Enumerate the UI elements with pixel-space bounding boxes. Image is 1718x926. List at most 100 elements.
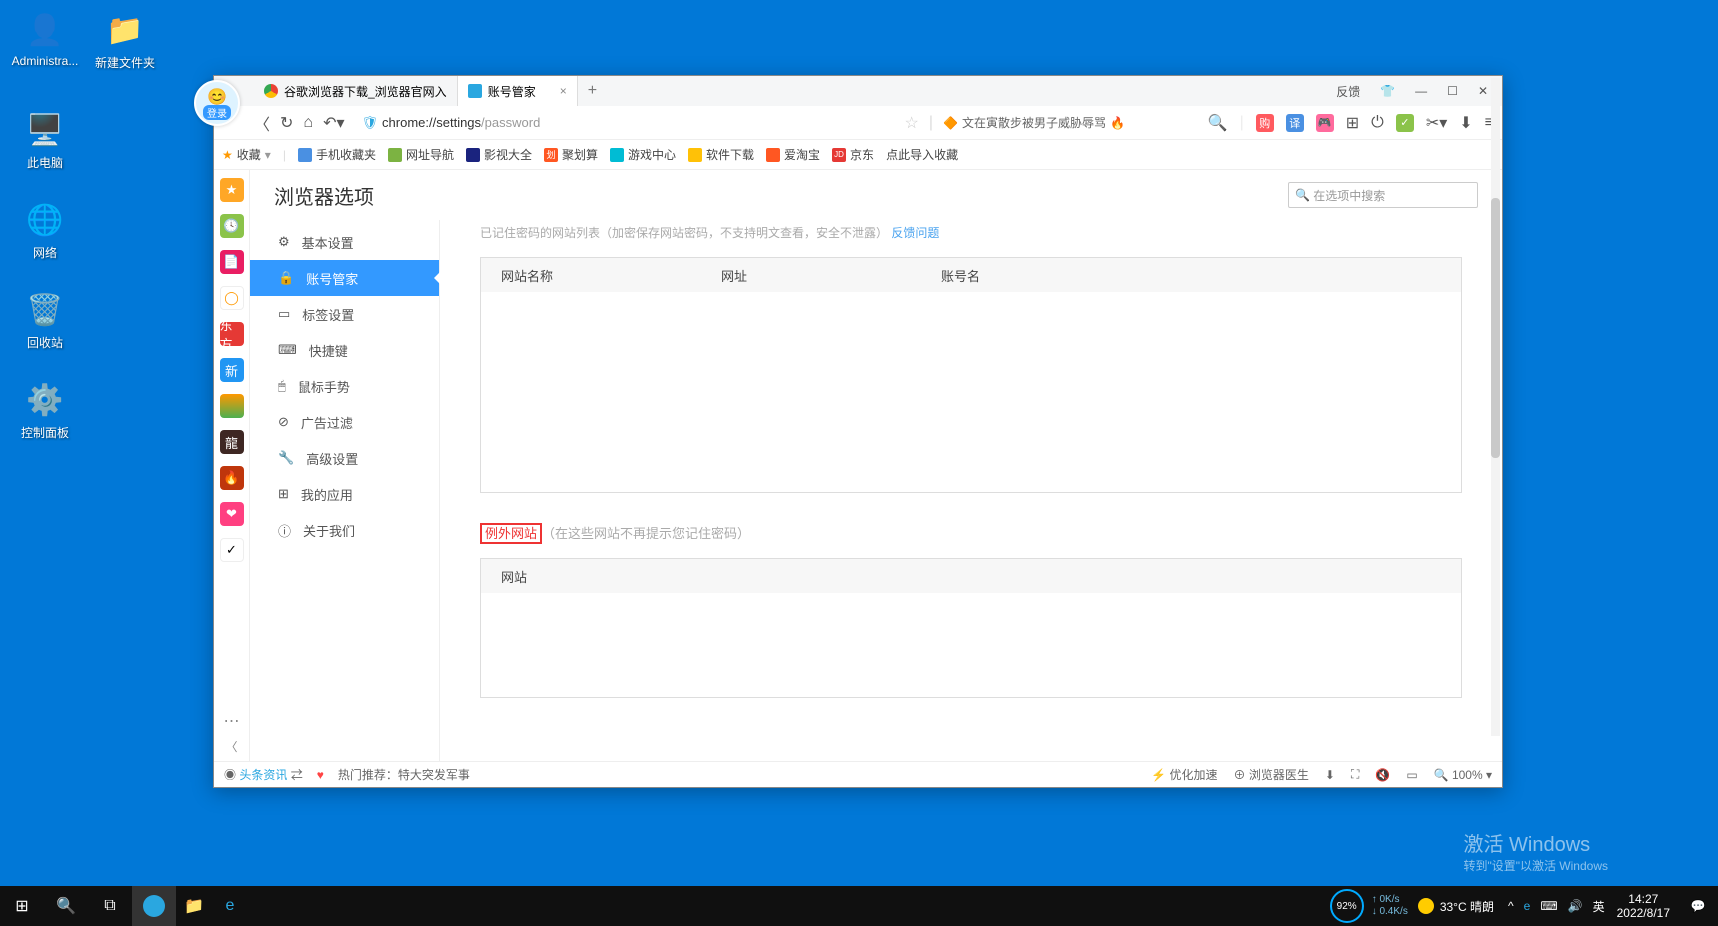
titlebar: 谷歌浏览器下载_浏览器官网入 账号管家× + 反馈 👕 — ☐ ✕ (214, 76, 1502, 106)
rail-star-icon[interactable]: ★ (220, 178, 244, 202)
rail-dongfang-icon[interactable]: 东方 (220, 322, 244, 346)
skin-icon[interactable]: 👕 (1380, 84, 1395, 98)
desktop-icon-thispc[interactable]: 🖥️此电脑 (10, 110, 80, 171)
minimize-button[interactable]: — (1415, 84, 1427, 98)
nav-adblock[interactable]: ⊘广告过滤 (250, 404, 439, 440)
nav-account[interactable]: 🔒账号管家 (250, 260, 439, 296)
zoom-indicator[interactable]: 🔍 100% ▾ (1434, 768, 1492, 782)
sidebar-rail: ★ 🕓 📄 ◯ 东方 新 龍 🔥 ❤ ✓ ⋯ 〈 (214, 170, 250, 761)
mute-icon[interactable]: 🔇 (1375, 768, 1390, 782)
rail-dragon-icon[interactable]: 龍 (220, 430, 244, 454)
rail-collapse-icon[interactable]: 〈 (225, 738, 237, 755)
power-icon[interactable]: ⏻ (1371, 114, 1384, 132)
optimize-button[interactable]: ⚡ 优化加速 (1151, 766, 1217, 783)
scrollbar-thumb[interactable] (1491, 198, 1500, 458)
nav-advanced[interactable]: 🔧高级设置 (250, 440, 439, 476)
taskview-button[interactable]: ⧉ (88, 886, 132, 926)
heart-icon: ♥ (317, 768, 324, 782)
tray-expand-icon[interactable]: ^ (1508, 899, 1514, 913)
feedback-link[interactable]: 反馈问题 (891, 226, 939, 240)
nav-shortcut[interactable]: ⌨快捷键 (250, 332, 439, 368)
search-icon[interactable]: 🔍 (1208, 113, 1228, 133)
nav-apps[interactable]: ⊞我的应用 (250, 476, 439, 512)
undo-button[interactable]: ↶▾ (323, 113, 344, 133)
desktop-icon-folder[interactable]: 📁新建文件夹 (90, 10, 160, 71)
start-button[interactable]: ⊞ (0, 886, 44, 926)
doctor-button[interactable]: ⊕ 浏览器医生 (1234, 766, 1309, 783)
nav-mouse[interactable]: 🖱鼠标手势 (250, 368, 439, 404)
game-icon[interactable]: 🎮 (1316, 114, 1334, 132)
translate-icon[interactable]: 译 (1286, 114, 1304, 132)
back-button[interactable]: 〈 (254, 111, 270, 135)
tray-keyboard-icon[interactable]: ⌨ (1540, 899, 1557, 913)
browser-statusbar: ◉ 头条资讯 ⇄ ♥ 热门推荐：特大突发军事 ⚡ 优化加速 ⊕ 浏览器医生 ⬇ … (214, 761, 1502, 787)
rail-game1-icon[interactable] (220, 394, 244, 418)
bookmark-taobao[interactable]: 爱淘宝 (766, 146, 820, 163)
download-icon (688, 148, 702, 162)
taskbar-browser[interactable] (132, 886, 176, 926)
taskbar-clock[interactable]: 14:272022/8/17 (1617, 892, 1678, 920)
headline-link[interactable]: 🔶文在寅散步被男子威胁辱骂🔥 (943, 114, 1125, 131)
bookmark-jd[interactable]: JD京东 (832, 146, 874, 163)
bookmark-games[interactable]: 游戏中心 (610, 146, 676, 163)
news-toggle[interactable]: ◉ 头条资讯 ⇄ (224, 766, 303, 783)
rail-clock-icon[interactable]: 🕓 (220, 214, 244, 238)
login-badge[interactable]: 😊登录 (194, 80, 240, 126)
tab-account-manager[interactable]: 账号管家× (458, 76, 578, 106)
tab-chrome-download[interactable]: 谷歌浏览器下载_浏览器官网入 (254, 76, 458, 106)
maximize-button[interactable]: ☐ (1447, 84, 1458, 98)
tray-ime[interactable]: 英 (1593, 898, 1605, 915)
notification-button[interactable]: 💬 (1678, 886, 1718, 926)
feedback-link[interactable]: 反馈 (1336, 83, 1360, 100)
taskbar-explorer[interactable]: 📁 (176, 886, 212, 926)
shop-icon[interactable]: 购 (1256, 114, 1274, 132)
bookmark-nav[interactable]: 网址导航 (388, 146, 454, 163)
close-button[interactable]: ✕ (1478, 84, 1488, 98)
star-icon[interactable]: ☆ (905, 113, 919, 133)
bookmark-mobile[interactable]: 手机收藏夹 (298, 146, 376, 163)
nav-tabs[interactable]: ▭标签设置 (250, 296, 439, 332)
rail-nike-icon[interactable]: ✓ (220, 538, 244, 562)
nav-about[interactable]: ⓘ关于我们 (250, 512, 439, 548)
weather-widget[interactable]: 33°C 晴朗 (1418, 898, 1508, 915)
download-icon[interactable]: ⬇ (1459, 113, 1472, 133)
search-button[interactable]: 🔍 (44, 886, 88, 926)
cpu-meter[interactable]: 92% (1330, 889, 1364, 923)
hot-news[interactable]: 热门推荐：特大突发军事 (338, 766, 470, 783)
screenshot-icon[interactable]: ⛶ (1351, 767, 1359, 782)
bookmark-import[interactable]: 点此导入收藏 (886, 146, 958, 163)
scrollbar[interactable] (1491, 170, 1500, 736)
rail-doc-icon[interactable]: 📄 (220, 250, 244, 274)
bookmark-video[interactable]: 影视大全 (466, 146, 532, 163)
fullscreen-icon[interactable]: ▭ (1406, 768, 1417, 782)
rail-more-icon[interactable]: ⋯ (224, 711, 240, 731)
ext-icon[interactable]: ✓ (1396, 114, 1414, 132)
new-tab-button[interactable]: + (578, 82, 607, 100)
bookmark-fav[interactable]: ★收藏▾ (222, 146, 271, 163)
rail-fire-icon[interactable]: 🔥 (220, 466, 244, 490)
bookmark-ju[interactable]: 划聚划算 (544, 146, 598, 163)
download-status-icon[interactable]: ⬇ (1325, 768, 1335, 782)
taskbar-edge[interactable]: e (212, 886, 248, 926)
jd-icon: JD (832, 148, 846, 162)
desktop-icon-recycle[interactable]: 🗑️回收站 (10, 290, 80, 351)
scissors-icon[interactable]: ✂▾ (1426, 113, 1447, 133)
tray-browser-icon[interactable]: e (1524, 899, 1531, 913)
bookmark-software[interactable]: 软件下载 (688, 146, 754, 163)
rail-heart-icon[interactable]: ❤ (220, 502, 244, 526)
settings-search[interactable]: 🔍 在选项中搜索 (1288, 182, 1478, 208)
nav-basic[interactable]: ⚙基本设置 (250, 224, 439, 260)
reload-button[interactable]: ↻ (280, 113, 293, 133)
home-button[interactable]: ⌂ (303, 114, 313, 132)
desktop-icon-control[interactable]: ⚙️控制面板 (10, 380, 80, 441)
settings-title: 浏览器选项 (274, 181, 374, 210)
desktop-icon-admin[interactable]: 👤Administra... (10, 10, 80, 68)
tray-volume-icon[interactable]: 🔊 (1568, 899, 1583, 913)
tab-close-icon[interactable]: × (560, 84, 567, 98)
rail-xin-icon[interactable]: 新 (220, 358, 244, 382)
net-meter[interactable]: ↑ 0K/s↓ 0.4K/s (1372, 894, 1418, 918)
url-input[interactable]: 🛡chrome://settings/password (355, 110, 895, 136)
grid-icon[interactable]: ⊞ (1346, 113, 1359, 133)
desktop-icon-network[interactable]: 🌐网络 (10, 200, 80, 261)
rail-ring-icon[interactable]: ◯ (220, 286, 244, 310)
